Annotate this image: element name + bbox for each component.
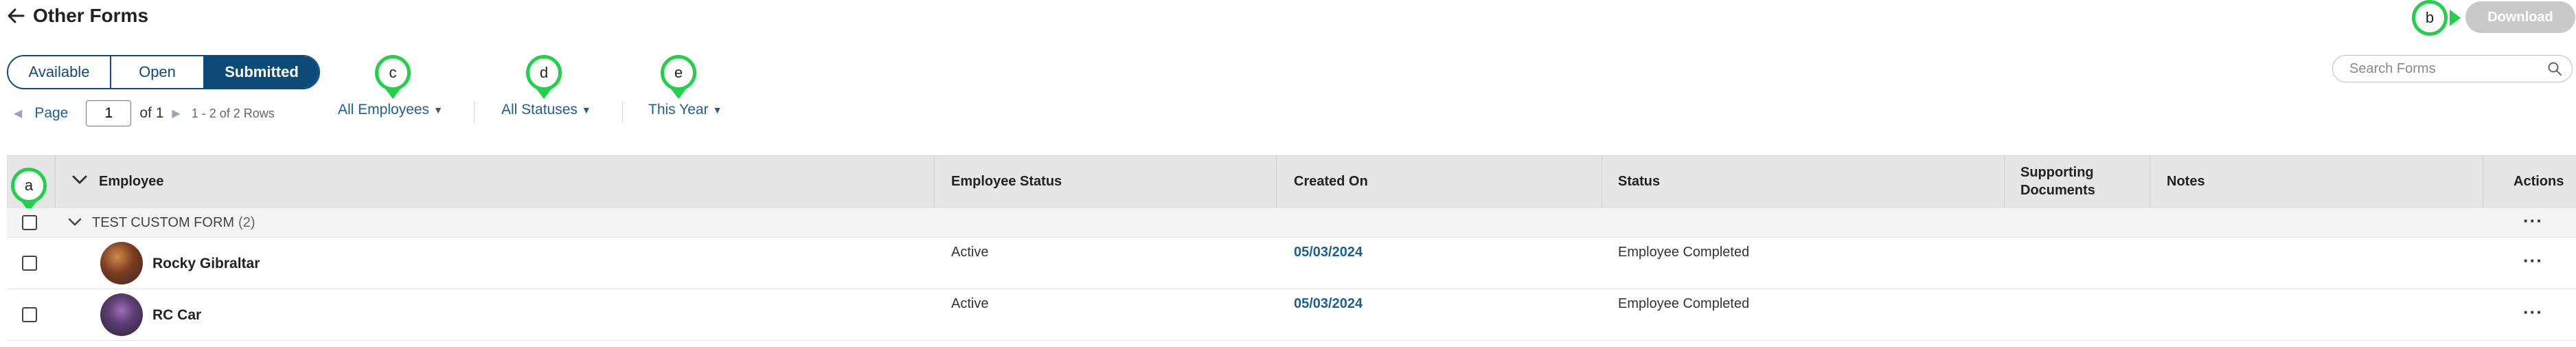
marker-label: a xyxy=(24,177,34,194)
collapse-all-chevron-icon[interactable] xyxy=(71,173,88,190)
group-name: TEST CUSTOM FORM xyxy=(92,214,235,230)
table-row xyxy=(7,238,2576,289)
column-divider xyxy=(1276,155,1277,208)
employees-filter-label: All Employees xyxy=(338,102,430,117)
filter-divider xyxy=(474,102,475,122)
employee-status-cell: Active xyxy=(951,245,989,260)
group-count: (2) xyxy=(238,214,255,230)
employee-name[interactable]: RC Car xyxy=(152,307,201,324)
group-label: TEST CUSTOM FORM (2) xyxy=(92,208,255,237)
annotation-marker-pointer xyxy=(2450,10,2461,26)
previous-page-icon[interactable]: ◀ xyxy=(14,107,22,120)
column-header-notes[interactable]: Notes xyxy=(2167,155,2205,208)
employee-status-cell: Active xyxy=(951,296,989,311)
created-on-link[interactable]: 05/03/2024 xyxy=(1294,245,1363,260)
download-button[interactable]: Download xyxy=(2465,1,2575,33)
caret-down-icon: ▼ xyxy=(712,104,722,115)
marker-label: d xyxy=(539,64,549,81)
caret-down-icon: ▼ xyxy=(433,104,443,115)
employees-filter-dropdown[interactable]: All Employees ▼ xyxy=(338,102,443,118)
annotation-marker-pointer xyxy=(536,88,552,99)
row-checkbox[interactable] xyxy=(22,307,37,322)
group-collapse-chevron-icon[interactable] xyxy=(67,216,82,232)
caret-down-icon: ▼ xyxy=(581,104,591,115)
period-filter-label: This Year xyxy=(648,102,709,117)
column-header-employee[interactable]: Employee xyxy=(99,155,163,208)
row-count: 1 - 2 of 2 Rows xyxy=(191,106,275,120)
column-header-employee-status[interactable]: Employee Status xyxy=(951,155,1062,208)
group-actions-more-icon[interactable]: ··· xyxy=(2523,210,2543,232)
row-actions-more-icon[interactable]: ··· xyxy=(2523,302,2543,323)
table-row xyxy=(7,289,2576,341)
filter-divider xyxy=(622,102,623,122)
search-box xyxy=(2332,55,2573,82)
statuses-filter-label: All Statuses xyxy=(501,102,578,117)
column-header-created-on[interactable]: Created On xyxy=(1294,155,1368,208)
annotation-marker-c: c xyxy=(375,55,411,91)
column-divider xyxy=(934,155,935,208)
page-number-input[interactable] xyxy=(86,100,132,126)
period-filter-dropdown[interactable]: This Year ▼ xyxy=(648,102,722,118)
annotation-marker-d: d xyxy=(526,55,562,91)
row-checkbox[interactable] xyxy=(22,256,37,271)
select-all-checkbox[interactable] xyxy=(22,215,37,230)
column-header-supporting-documents[interactable]: Supporting Documents xyxy=(2020,155,2137,208)
search-icon[interactable] xyxy=(2547,61,2562,76)
marker-label: c xyxy=(389,64,397,81)
column-header-actions: Actions xyxy=(2514,173,2564,189)
form-status-tabs: Available Open Submitted xyxy=(7,55,320,89)
status-cell: Employee Completed xyxy=(1618,245,1750,260)
status-cell: Employee Completed xyxy=(1618,296,1750,311)
tab-open[interactable]: Open xyxy=(111,56,205,88)
page-label: Page xyxy=(34,105,69,121)
statuses-filter-dropdown[interactable]: All Statuses ▼ xyxy=(501,102,591,118)
page-title: Other Forms xyxy=(33,5,149,26)
search-input[interactable] xyxy=(2348,60,2547,78)
annotation-marker-pointer xyxy=(670,88,687,99)
tab-submitted[interactable]: Submitted xyxy=(205,56,319,88)
pagination: ◀ Page of 1 ▶ 1 - 2 of 2 Rows xyxy=(14,100,275,127)
page-count: of 1 xyxy=(139,105,164,121)
back-arrow-icon[interactable] xyxy=(4,4,27,27)
column-header-status[interactable]: Status xyxy=(1618,155,1660,208)
group-row xyxy=(7,208,2576,238)
column-divider xyxy=(2004,155,2005,208)
avatar xyxy=(100,242,143,284)
employee-name[interactable]: Rocky Gibraltar xyxy=(152,256,260,272)
created-on-link[interactable]: 05/03/2024 xyxy=(1294,296,1363,312)
annotation-marker-pointer xyxy=(385,88,401,99)
annotation-marker-b: b xyxy=(2412,0,2448,36)
annotation-marker-e: e xyxy=(661,55,696,91)
row-actions-more-icon[interactable]: ··· xyxy=(2523,250,2543,271)
marker-label: b xyxy=(2425,9,2435,26)
marker-label: e xyxy=(674,64,683,81)
annotation-marker-a: a xyxy=(11,168,47,203)
column-divider xyxy=(55,155,56,208)
next-page-icon[interactable]: ▶ xyxy=(172,107,180,120)
avatar xyxy=(100,293,143,336)
tab-available[interactable]: Available xyxy=(8,56,111,88)
